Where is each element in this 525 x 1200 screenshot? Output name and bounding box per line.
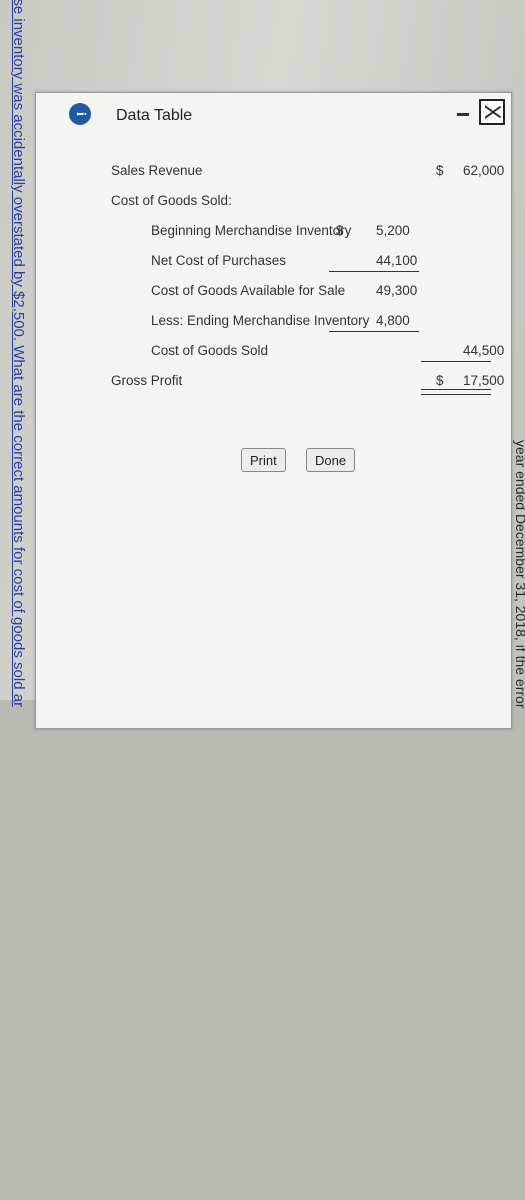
table-row-label: Sales Revenue xyxy=(111,163,203,178)
data-table xyxy=(36,133,456,693)
table-row-label: Gross Profit xyxy=(111,373,183,388)
dialog-title: Data Table xyxy=(116,107,193,124)
info-icon: i xyxy=(69,103,91,125)
total-rule xyxy=(421,361,491,363)
table-row-label: Cost of Goods Available for Sale xyxy=(151,283,346,298)
close-button[interactable]: X xyxy=(479,99,505,125)
table-row-label: Less: Ending Merchandise Inventory xyxy=(151,313,370,328)
print-button[interactable]: Print xyxy=(241,448,286,472)
double-total-rule xyxy=(421,389,491,395)
table-cell-currency: $ xyxy=(436,373,444,388)
table-cell-amount: 62,000 xyxy=(463,163,505,178)
question-top-line: year ended December 31, 2018, if the err… xyxy=(513,440,525,709)
table-cell-amount: 17,500 xyxy=(463,373,505,388)
question-text: andise inventory was accidentally overst… xyxy=(10,0,27,730)
subtotal-rule xyxy=(329,331,419,333)
question-line[interactable]: andise inventory was accidentally overst… xyxy=(10,0,27,707)
table-cell-amount: 44,500 xyxy=(463,343,505,358)
table-cell-currency: $ xyxy=(436,163,444,178)
table-cell-currency: $ xyxy=(336,223,344,238)
question-top-text: year ended December 31, 2018, if the err… xyxy=(513,440,525,1200)
done-button[interactable]: Done xyxy=(306,448,356,472)
table-row-label: Cost of Goods Sold xyxy=(151,343,269,358)
table-cell-amount: 4,800 xyxy=(376,313,410,328)
subtotal-rule xyxy=(329,271,419,273)
table-row-label: Net Cost of Purchases xyxy=(151,253,287,268)
table-cell-amount: 44,100 xyxy=(376,253,418,268)
table-cell-amount: 49,300 xyxy=(376,283,418,298)
minimize-icon[interactable] xyxy=(457,113,469,116)
data-table-dialog: i Data Table X Print Done Sales Revenue $… xyxy=(35,92,512,729)
rotated-page: andise inventory was accidentally overst… xyxy=(0,0,525,729)
table-cell-amount: 5,200 xyxy=(376,223,410,238)
close-icon: X xyxy=(480,104,505,120)
table-row-label: Cost of Goods Sold: xyxy=(111,193,232,208)
table-row-label: Beginning Merchandise Inventory xyxy=(151,223,352,238)
